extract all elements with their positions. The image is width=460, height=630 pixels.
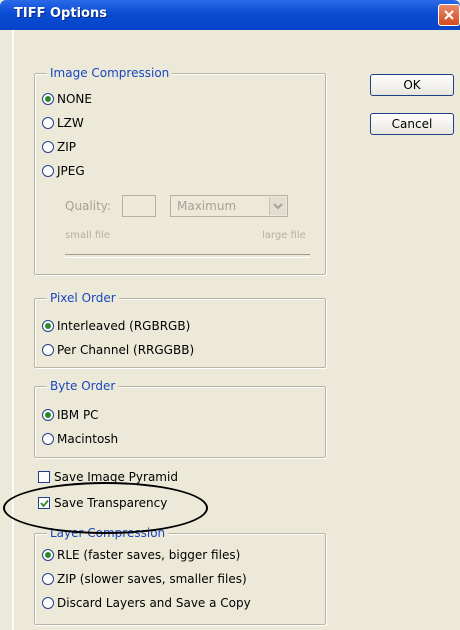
layer-compression-legend: Layer Compression [47,526,169,540]
quality-slider-track [65,254,310,258]
chevron-down-icon [273,203,283,210]
radio-icon [42,433,54,445]
option-label: JPEG [57,164,85,178]
radio-icon [42,573,54,585]
byte-order-legend: Byte Order [47,379,119,393]
close-icon [444,10,454,20]
ok-button[interactable]: OK [370,74,454,96]
radio-icon [42,165,54,177]
radio-icon [42,344,54,356]
checkbox-label: Save Image Pyramid [54,470,178,484]
layer-compression-option-zip[interactable]: ZIP (slower saves, smaller files) [42,570,247,588]
checkbox-box [38,471,50,483]
radio-icon [42,320,54,332]
option-label: LZW [57,116,84,130]
checkmark-icon [40,499,49,508]
radio-icon [42,117,54,129]
compression-option-jpeg[interactable]: JPEG [42,162,85,180]
close-button[interactable] [438,4,460,26]
compression-option-none[interactable]: NONE [42,90,92,108]
quality-select-value: Maximum [177,199,237,213]
layer-compression-option-discard[interactable]: Discard Layers and Save a Copy [42,594,251,612]
compression-option-zip[interactable]: ZIP [42,138,76,156]
option-label: RLE (faster saves, bigger files) [57,548,241,562]
compression-option-lzw[interactable]: LZW [42,114,84,132]
pixel-order-option-per-channel[interactable]: Per Channel (RRGGBB) [42,341,194,359]
pixel-order-legend: Pixel Order [47,291,119,305]
quality-label: Quality: [65,199,112,213]
dropdown-arrow [269,197,286,215]
layer-compression-option-rle[interactable]: RLE (faster saves, bigger files) [42,546,240,564]
small-file-label: small file [65,230,111,241]
title-bar: TIFF Options [0,0,460,30]
quality-select[interactable]: Maximum [170,195,288,217]
tiff-options-dialog: TIFF Options Image Compression NONE LZW … [0,0,460,630]
radio-icon [42,409,54,421]
large-file-label: large file [262,230,306,241]
checkbox-label: Save Transparency [54,496,168,510]
option-label: ZIP (slower saves, smaller files) [57,572,247,586]
option-label: Interleaved (RGBRGB) [57,319,191,333]
radio-icon [42,93,54,105]
save-transparency-checkbox[interactable]: Save Transparency [38,494,167,512]
radio-icon [42,597,54,609]
option-label: Macintosh [57,432,119,446]
dialog-title: TIFF Options [14,6,107,21]
option-label: NONE [57,92,92,106]
save-image-pyramid-checkbox[interactable]: Save Image Pyramid [38,468,178,486]
option-label: IBM PC [57,408,99,422]
byte-order-option-macintosh[interactable]: Macintosh [42,430,118,448]
pixel-order-option-interleaved[interactable]: Interleaved (RGBRGB) [42,317,190,335]
option-label: Per Channel (RRGGBB) [57,343,195,357]
radio-icon [42,141,54,153]
byte-order-option-ibm-pc[interactable]: IBM PC [42,406,99,424]
checkbox-box [38,497,50,509]
image-compression-legend: Image Compression [47,66,173,80]
radio-icon [42,549,54,561]
option-label: ZIP [57,140,76,154]
cancel-button[interactable]: Cancel [370,113,454,135]
quality-input[interactable] [122,195,156,217]
option-label: Discard Layers and Save a Copy [57,596,251,610]
